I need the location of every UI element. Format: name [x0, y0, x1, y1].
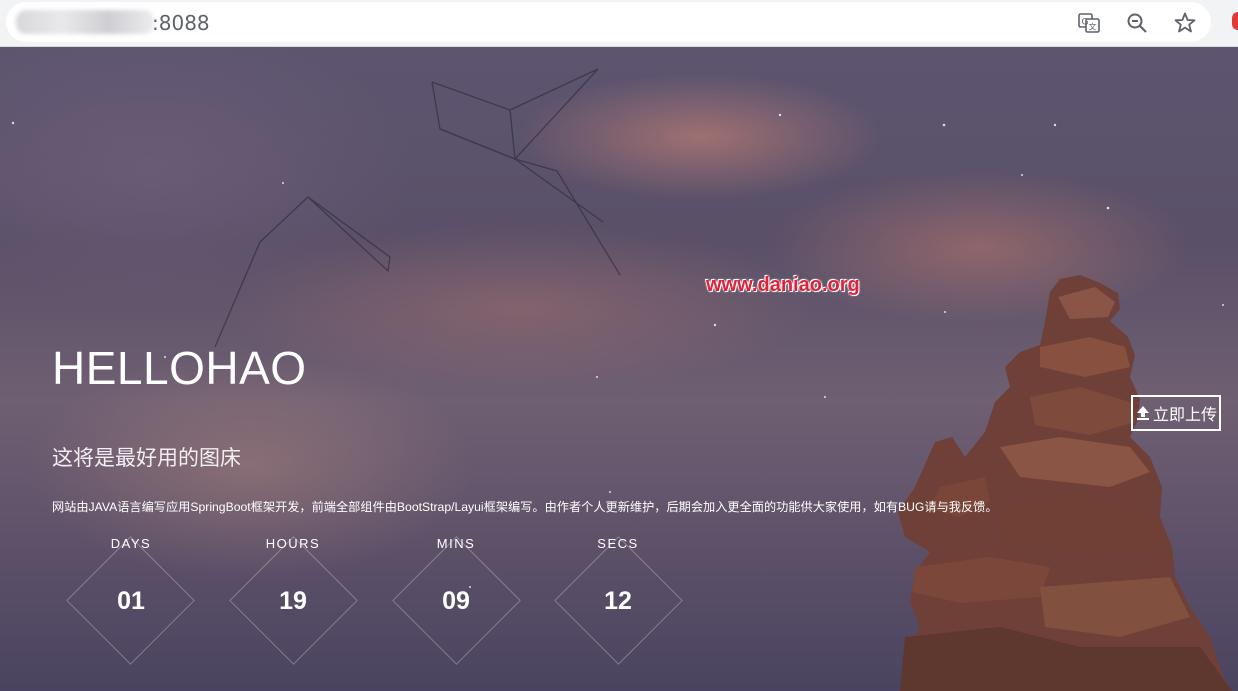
watermark-text: www.daniao.org: [706, 274, 860, 296]
countdown-label-secs: SECS: [597, 536, 639, 551]
page-subtitle: 这将是最好用的图床: [52, 447, 241, 470]
rock-formation: [898, 275, 1232, 691]
address-bar[interactable]: :8088 G 文: [6, 2, 1211, 42]
countdown-label-days: DAYS: [110, 536, 152, 551]
countdown-value-days: 01: [117, 587, 145, 615]
browser-toolbar: :8088 G 文: [0, 0, 1238, 47]
countdown-value-hours: 19: [279, 587, 307, 615]
site-description: 网站由JAVA语言编写应用SpringBoot框架开发，前端全部组件由BootS…: [52, 500, 998, 514]
svg-text:G: G: [1082, 18, 1089, 28]
page-title: HELLOHAO: [52, 342, 307, 394]
hero-section: www.daniao.org HELLOHAO 这将是最好用的图床 网站由JAV…: [0, 47, 1238, 691]
countdown-label-mins: MINS: [436, 536, 476, 551]
svg-text:文: 文: [1089, 22, 1097, 32]
upload-button-label: 立即上传: [1152, 407, 1217, 424]
countdown-label-hours: HOURS: [265, 536, 321, 551]
translate-icon[interactable]: G 文: [1078, 12, 1100, 34]
bookmark-star-icon[interactable]: [1174, 12, 1196, 34]
countdown-value-secs: 12: [604, 587, 632, 615]
url-text: :8088: [152, 11, 210, 35]
zoom-icon[interactable]: [1126, 12, 1148, 34]
upload-icon: [1136, 406, 1149, 420]
upload-button[interactable]: 立即上传: [1131, 395, 1221, 431]
blurred-host: [16, 10, 154, 34]
countdown-value-mins: 09: [442, 587, 470, 615]
extension-icon[interactable]: [1232, 12, 1238, 30]
